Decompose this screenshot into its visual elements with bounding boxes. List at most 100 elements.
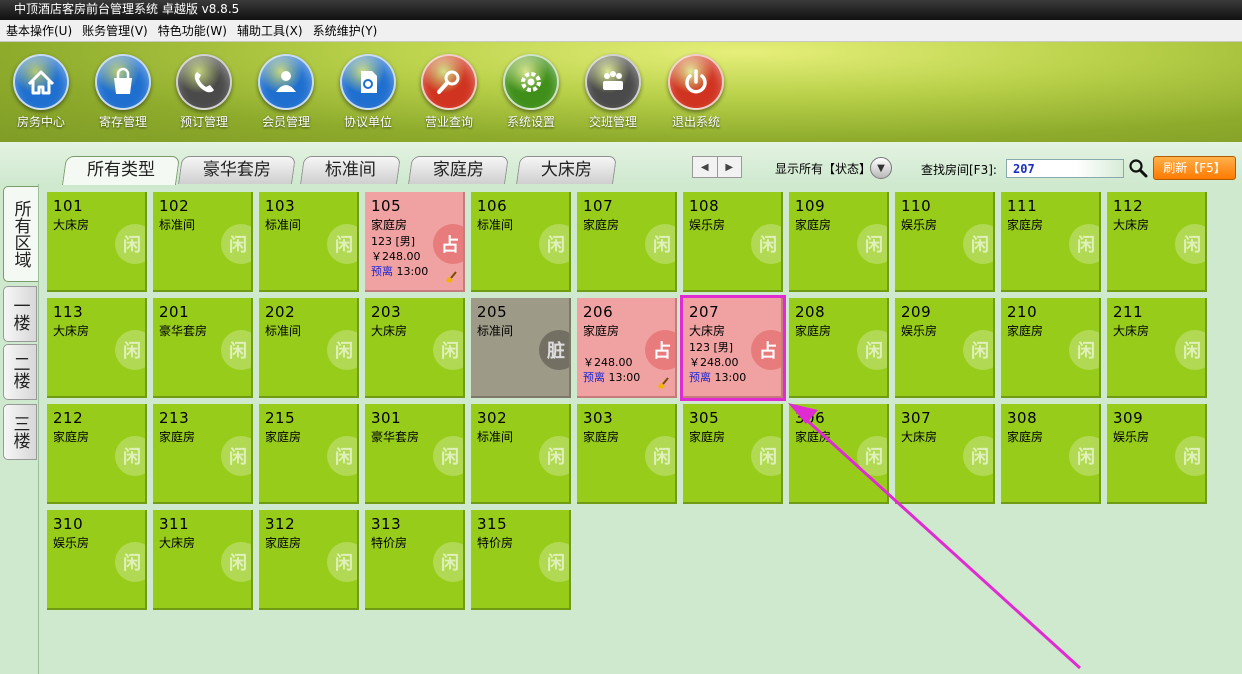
tab-luxury[interactable]: 豪华套房 [178,156,296,184]
room-type: 家庭房 [583,324,620,338]
tab-all[interactable]: 所有类型 [61,156,181,185]
room-card-312[interactable]: 闲 312 家庭房 [259,510,359,610]
room-card-107[interactable]: 闲 107 家庭房 [577,192,677,292]
room-number: 205 [477,303,508,321]
room-number: 112 [1113,197,1144,215]
room-type: 大床房 [1113,324,1150,338]
room-type: 家庭房 [583,218,620,232]
toolbar-exit-button[interactable]: 退出系统 [657,54,735,130]
menu-bar: 基本操作(U) 账务管理(V) 特色功能(W) 辅助工具(X) 系统维护(Y) [0,20,1242,42]
room-number: 202 [265,303,296,321]
tab-label: 豪华套房 [202,160,271,180]
room-card-209[interactable]: 闲 209 娱乐房 [895,298,995,398]
departure-time: 13:00 [608,371,641,384]
room-card-102[interactable]: 闲 102 标准间 [153,192,253,292]
room-card-105[interactable]: 占 105 家庭房 123 [男] ￥248.00 预离 13:00 [365,192,465,292]
room-number: 315 [477,515,508,533]
room-card-112[interactable]: 闲 112 大床房 [1107,192,1207,292]
menu-accounts[interactable]: 账务管理(V) [82,22,148,39]
room-card-313[interactable]: 闲 313 特价房 [365,510,465,610]
floor-tab-all-areas[interactable]: 所有区域 [3,186,39,282]
room-number: 210 [1007,303,1038,321]
menu-tools[interactable]: 辅助工具(X) [237,22,303,39]
room-card-205[interactable]: 脏 205 标准间 [471,298,571,398]
room-card-207[interactable]: 占 207 大床房 123 [男] ￥248.00 预离 13:00 [680,295,786,401]
room-card-210[interactable]: 闲 210 家庭房 [1001,298,1101,398]
room-card-301[interactable]: 闲 301 豪华套房 [365,404,465,504]
toolbar-agreement-button[interactable]: 协议单位 [329,54,407,130]
toolbar-label: 会员管理 [261,115,310,129]
room-type: 家庭房 [53,430,90,444]
room-card-303[interactable]: 闲 303 家庭房 [577,404,677,504]
vacant-badge: 闲 [433,436,463,476]
room-card-310[interactable]: 闲 310 娱乐房 [47,510,147,610]
room-price: ￥248.00 [371,250,421,263]
room-card-110[interactable]: 闲 110 娱乐房 [895,192,995,292]
room-card-306[interactable]: 闲 306 家庭房 [789,404,889,504]
vacant-badge: 闲 [751,436,781,476]
refresh-button[interactable]: 刷新【F5】 [1153,156,1236,180]
tab-standard[interactable]: 标准间 [300,156,401,184]
status-filter-label[interactable]: 显示所有【状态】 [775,160,871,177]
toolbar-booking-button[interactable]: 预订管理 [165,54,243,130]
room-card-113[interactable]: 闲 113 大床房 [47,298,147,398]
menu-features[interactable]: 特色功能(W) [158,22,227,39]
menu-basic-ops[interactable]: 基本操作(U) [6,22,72,39]
room-number: 105 [371,197,402,215]
room-card-307[interactable]: 闲 307 大床房 [895,404,995,504]
search-icon[interactable] [1128,158,1148,178]
tab-label: 大床房 [540,160,592,180]
room-number: 107 [583,197,614,215]
document-icon [340,54,396,110]
toolbar-storage-button[interactable]: 寄存管理 [84,54,162,130]
room-search-input[interactable] [1006,159,1124,178]
room-card-203[interactable]: 闲 203 大床房 [365,298,465,398]
room-card-212[interactable]: 闲 212 家庭房 [47,404,147,504]
room-card-215[interactable]: 闲 215 家庭房 [259,404,359,504]
gear-icon [503,54,559,110]
room-card-206[interactable]: 占 206 家庭房 ￥248.00 预离 13:00 [577,298,677,398]
room-number: 313 [371,515,402,533]
toolbar-business-query-button[interactable]: 营业查询 [410,54,488,130]
tab-bigbed[interactable]: 大床房 [516,156,617,184]
room-card-213[interactable]: 闲 213 家庭房 [153,404,253,504]
room-card-106[interactable]: 闲 106 标准间 [471,192,571,292]
toolbar-handover-button[interactable]: 交班管理 [574,54,652,130]
room-type: 娱乐房 [901,324,938,338]
room-card-305[interactable]: 闲 305 家庭房 [683,404,783,504]
room-card-308[interactable]: 闲 308 家庭房 [1001,404,1101,504]
room-type: 家庭房 [1007,218,1044,232]
room-card-315[interactable]: 闲 315 特价房 [471,510,571,610]
tab-prev-button[interactable]: ◀ [693,157,717,177]
toolbar-room-center-button[interactable]: 房务中心 [2,54,80,130]
tab-family[interactable]: 家庭房 [408,156,509,184]
room-card-202[interactable]: 闲 202 标准间 [259,298,359,398]
tab-next-button[interactable]: ▶ [716,157,742,177]
room-card-101[interactable]: 闲 101 大床房 [47,192,147,292]
room-card-109[interactable]: 闲 109 家庭房 [789,192,889,292]
room-number: 201 [159,303,190,321]
room-type: 豪华套房 [371,430,420,444]
vacant-badge: 闲 [1175,330,1205,370]
room-card-111[interactable]: 闲 111 家庭房 [1001,192,1101,292]
room-card-108[interactable]: 闲 108 娱乐房 [683,192,783,292]
room-card-311[interactable]: 闲 311 大床房 [153,510,253,610]
room-card-208[interactable]: 闲 208 家庭房 [789,298,889,398]
toolbar-settings-button[interactable]: 系统设置 [492,54,570,130]
floor-tab-floor-1[interactable]: 一楼 [3,286,37,342]
vacant-badge: 闲 [539,224,569,264]
room-card-211[interactable]: 闲 211 大床房 [1107,298,1207,398]
floor-tab-floor-3[interactable]: 三楼 [3,404,37,460]
toolbar-member-button[interactable]: 会员管理 [247,54,325,130]
room-card-201[interactable]: 闲 201 豪华套房 [153,298,253,398]
room-type: 娱乐房 [1113,430,1150,444]
vacant-badge: 闲 [327,330,357,370]
room-card-302[interactable]: 闲 302 标准间 [471,404,571,504]
broom-icon [658,377,669,389]
menu-maintenance[interactable]: 系统维护(Y) [313,22,378,39]
chevron-down-icon[interactable]: ▼ [870,157,892,179]
room-card-309[interactable]: 闲 309 娱乐房 [1107,404,1207,504]
floor-tab-floor-2[interactable]: 二楼 [3,344,37,400]
tab-label: 家庭房 [432,160,484,180]
room-card-103[interactable]: 闲 103 标准间 [259,192,359,292]
